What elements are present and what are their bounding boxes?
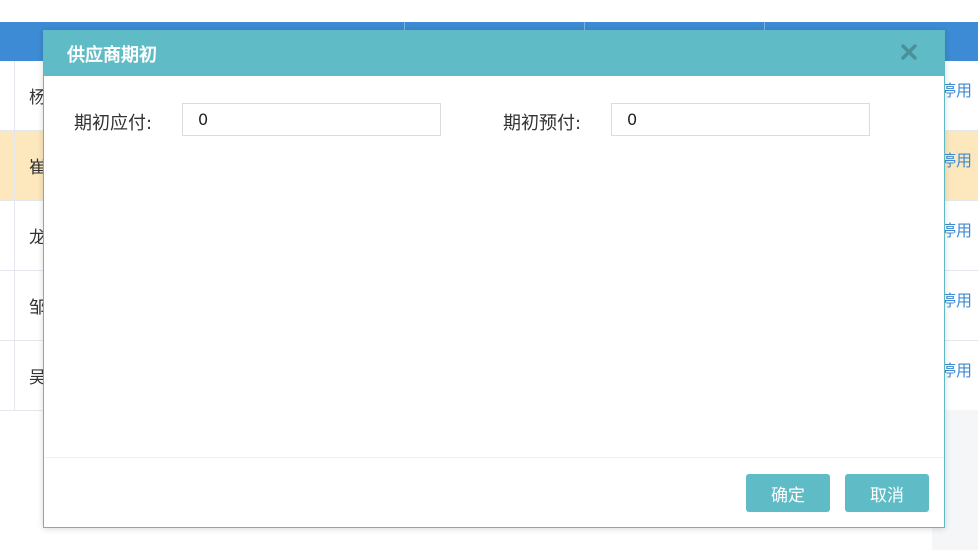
dialog-body: 期初应付: 期初预付: xyxy=(44,76,944,458)
supplier-opening-dialog: 供应商期初 期初应付: 期初预付: 确定 取消 xyxy=(43,30,945,528)
opening-prepaid-input[interactable] xyxy=(611,103,870,136)
dialog-footer: 确定 取消 xyxy=(44,458,944,527)
opening-prepaid-label: 期初预付: xyxy=(503,113,582,134)
row-divider xyxy=(14,341,15,410)
opening-payable-label: 期初应付: xyxy=(74,113,153,134)
row-divider xyxy=(14,131,15,200)
opening-payable-input[interactable] xyxy=(182,103,441,136)
close-icon[interactable] xyxy=(898,41,920,63)
page: 杨 停用 崔 停用 龙 停用 邹 停用 吴 停用 供应商期初 期初应付: 0 期… xyxy=(0,0,978,550)
dialog-title: 供应商期初 xyxy=(67,45,157,66)
row-divider xyxy=(14,61,15,130)
row-divider xyxy=(14,271,15,340)
confirm-button[interactable]: 确定 xyxy=(746,474,830,512)
row-divider xyxy=(14,201,15,270)
dialog-header: 供应商期初 xyxy=(44,31,944,76)
cancel-button[interactable]: 取消 xyxy=(845,474,929,512)
